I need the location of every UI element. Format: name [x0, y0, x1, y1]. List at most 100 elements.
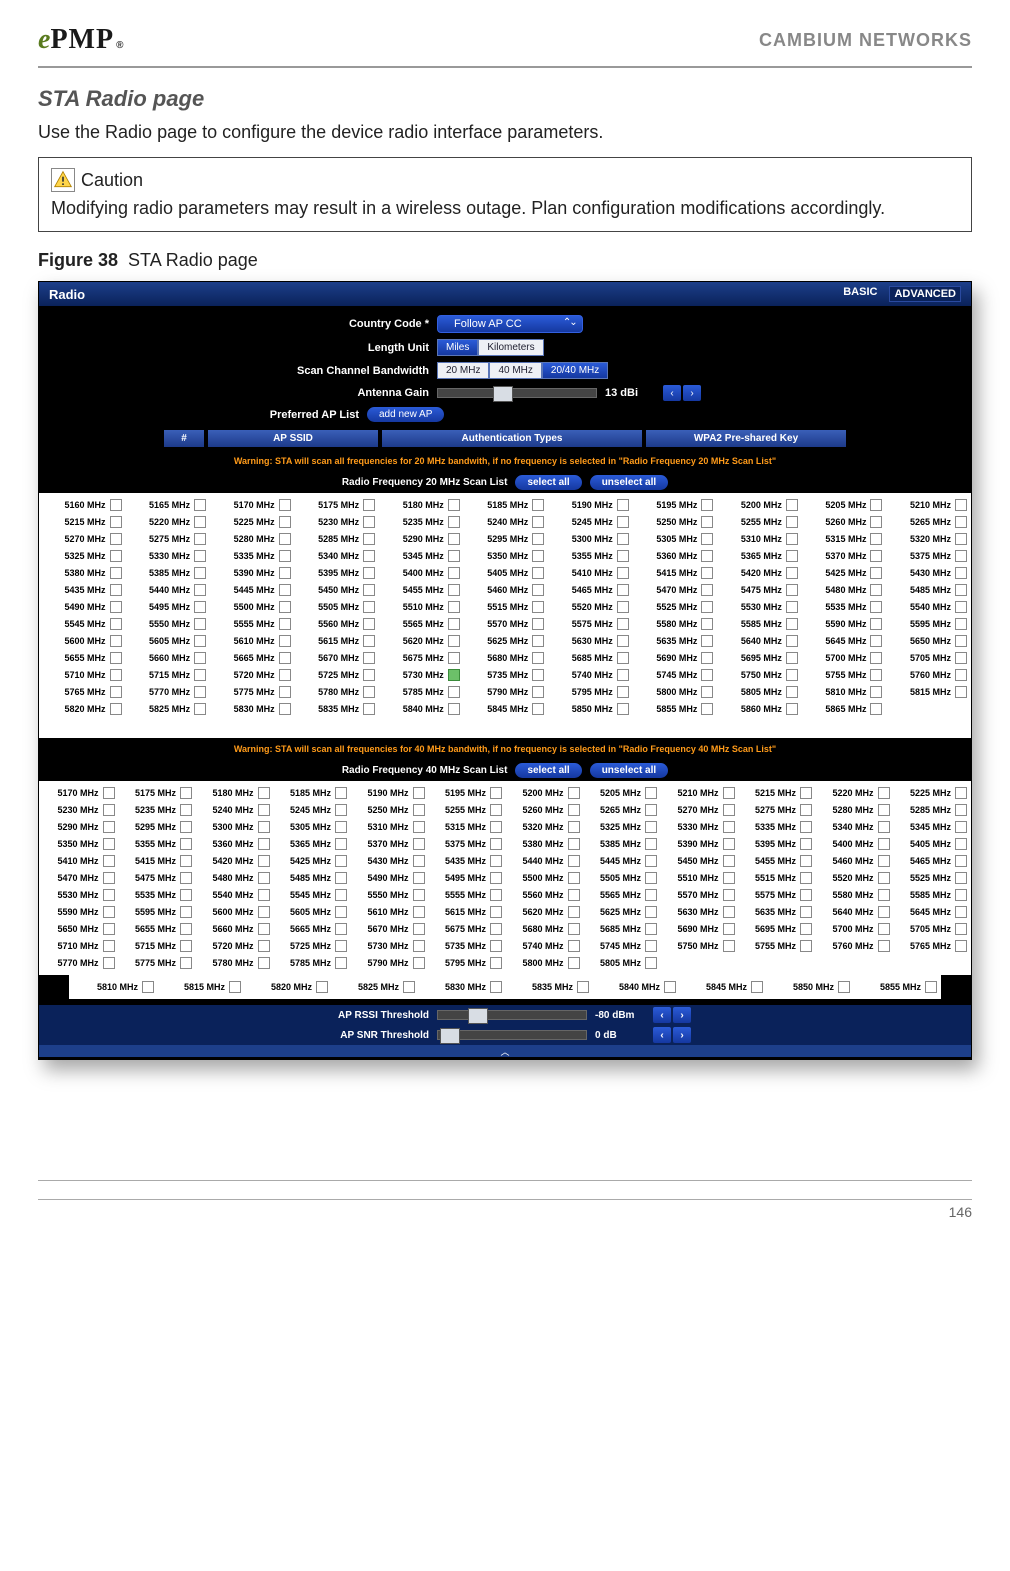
freq-cell[interactable]: 5760 MHz: [816, 938, 892, 954]
checkbox[interactable]: [180, 906, 192, 918]
freq-cell[interactable]: 5695 MHz: [739, 921, 815, 937]
checkbox[interactable]: [786, 584, 798, 596]
checkbox[interactable]: [413, 787, 425, 799]
checkbox[interactable]: [925, 981, 937, 993]
freq-cell[interactable]: 5820 MHz: [41, 701, 124, 717]
checkbox[interactable]: [617, 567, 629, 579]
checkbox[interactable]: [448, 533, 460, 545]
checkbox[interactable]: [568, 838, 580, 850]
checkbox[interactable]: [103, 821, 115, 833]
checkbox[interactable]: [194, 550, 206, 562]
freq-cell[interactable]: 5260 MHz: [506, 802, 582, 818]
checkbox[interactable]: [490, 889, 502, 901]
checkbox[interactable]: [279, 618, 291, 630]
freq-cell[interactable]: 5540 MHz: [886, 599, 969, 615]
checkbox[interactable]: [955, 550, 967, 562]
freq-cell[interactable]: 5655 MHz: [41, 650, 124, 666]
checkbox[interactable]: [194, 584, 206, 596]
freq-cell[interactable]: 5570 MHz: [661, 887, 737, 903]
freq-cell[interactable]: 5195 MHz: [633, 497, 716, 513]
checkbox[interactable]: [786, 550, 798, 562]
checkbox[interactable]: [279, 669, 291, 681]
freq-cell[interactable]: 5240 MHz: [196, 802, 272, 818]
freq-cell[interactable]: 5330 MHz: [661, 819, 737, 835]
freq-cell[interactable]: 5195 MHz: [429, 785, 505, 801]
freq-cell[interactable]: 5295 MHz: [119, 819, 195, 835]
checkbox[interactable]: [103, 906, 115, 918]
checkbox[interactable]: [258, 906, 270, 918]
freq-cell[interactable]: 5475 MHz: [717, 582, 800, 598]
freq-cell[interactable]: 5450 MHz: [295, 582, 378, 598]
checkbox[interactable]: [448, 516, 460, 528]
checkbox[interactable]: [701, 635, 713, 647]
checkbox[interactable]: [870, 669, 882, 681]
checkbox[interactable]: [490, 981, 502, 993]
freq-cell[interactable]: 5695 MHz: [717, 650, 800, 666]
checkbox[interactable]: [279, 703, 291, 715]
freq-cell[interactable]: 5320 MHz: [506, 819, 582, 835]
checkbox[interactable]: [490, 872, 502, 884]
freq-cell[interactable]: 5745 MHz: [584, 938, 660, 954]
freq-cell[interactable]: 5645 MHz: [894, 904, 970, 920]
freq-cell[interactable]: 5790 MHz: [464, 684, 547, 700]
freq-cell[interactable]: 5535 MHz: [802, 599, 885, 615]
checkbox[interactable]: [800, 787, 812, 799]
freq-cell[interactable]: 5405 MHz: [894, 836, 970, 852]
freq-cell[interactable]: 5385 MHz: [584, 836, 660, 852]
freq-cell[interactable]: 5445 MHz: [210, 582, 293, 598]
freq-cell[interactable]: 5340 MHz: [816, 819, 892, 835]
freq-cell[interactable]: 5180 MHz: [196, 785, 272, 801]
freq-cell[interactable]: 5280 MHz: [816, 802, 892, 818]
freq-cell[interactable]: 5830 MHz: [419, 979, 504, 995]
checkbox[interactable]: [413, 821, 425, 833]
unselect-all-20-button[interactable]: unselect all: [590, 475, 668, 490]
checkbox[interactable]: [955, 889, 967, 901]
freq-cell[interactable]: 5415 MHz: [119, 853, 195, 869]
freq-cell[interactable]: 5590 MHz: [802, 616, 885, 632]
checkbox[interactable]: [194, 618, 206, 630]
freq-cell[interactable]: 5160 MHz: [41, 497, 124, 513]
freq-cell[interactable]: 5675 MHz: [429, 921, 505, 937]
checkbox[interactable]: [786, 703, 798, 715]
freq-cell[interactable]: 5690 MHz: [633, 650, 716, 666]
checkbox[interactable]: [279, 635, 291, 647]
checkbox[interactable]: [490, 957, 502, 969]
freq-cell[interactable]: 5260 MHz: [802, 514, 885, 530]
checkbox[interactable]: [103, 787, 115, 799]
checkbox[interactable]: [413, 855, 425, 867]
freq-cell[interactable]: 5795 MHz: [429, 955, 505, 971]
freq-cell[interactable]: 5740 MHz: [506, 938, 582, 954]
freq-cell[interactable]: 5760 MHz: [886, 667, 969, 683]
checkbox[interactable]: [701, 618, 713, 630]
checkbox[interactable]: [955, 787, 967, 799]
checkbox[interactable]: [786, 533, 798, 545]
checkbox[interactable]: [617, 703, 629, 715]
freq-cell[interactable]: 5505 MHz: [584, 870, 660, 886]
checkbox[interactable]: [800, 838, 812, 850]
freq-cell[interactable]: 5785 MHz: [379, 684, 462, 700]
checkbox[interactable]: [645, 923, 657, 935]
freq-cell[interactable]: 5345 MHz: [894, 819, 970, 835]
checkbox[interactable]: [363, 499, 375, 511]
freq-cell[interactable]: 5540 MHz: [196, 887, 272, 903]
checkbox[interactable]: [363, 550, 375, 562]
rssi-slider[interactable]: [437, 1010, 587, 1020]
freq-cell[interactable]: 5625 MHz: [584, 904, 660, 920]
freq-cell[interactable]: 5480 MHz: [802, 582, 885, 598]
checkbox[interactable]: [403, 981, 415, 993]
freq-cell[interactable]: 5545 MHz: [41, 616, 124, 632]
freq-cell[interactable]: 5650 MHz: [41, 921, 117, 937]
freq-cell[interactable]: 5790 MHz: [351, 955, 427, 971]
checkbox[interactable]: [448, 550, 460, 562]
checkbox[interactable]: [617, 686, 629, 698]
freq-cell[interactable]: 5335 MHz: [210, 548, 293, 564]
freq-cell[interactable]: 5815 MHz: [158, 979, 243, 995]
checkbox[interactable]: [800, 923, 812, 935]
checkbox[interactable]: [723, 872, 735, 884]
freq-cell[interactable]: 5635 MHz: [633, 633, 716, 649]
checkbox[interactable]: [723, 821, 735, 833]
freq-cell[interactable]: 5275 MHz: [126, 531, 209, 547]
freq-cell[interactable]: 5485 MHz: [886, 582, 969, 598]
freq-cell[interactable]: 5560 MHz: [506, 887, 582, 903]
freq-cell[interactable]: 5640 MHz: [717, 633, 800, 649]
